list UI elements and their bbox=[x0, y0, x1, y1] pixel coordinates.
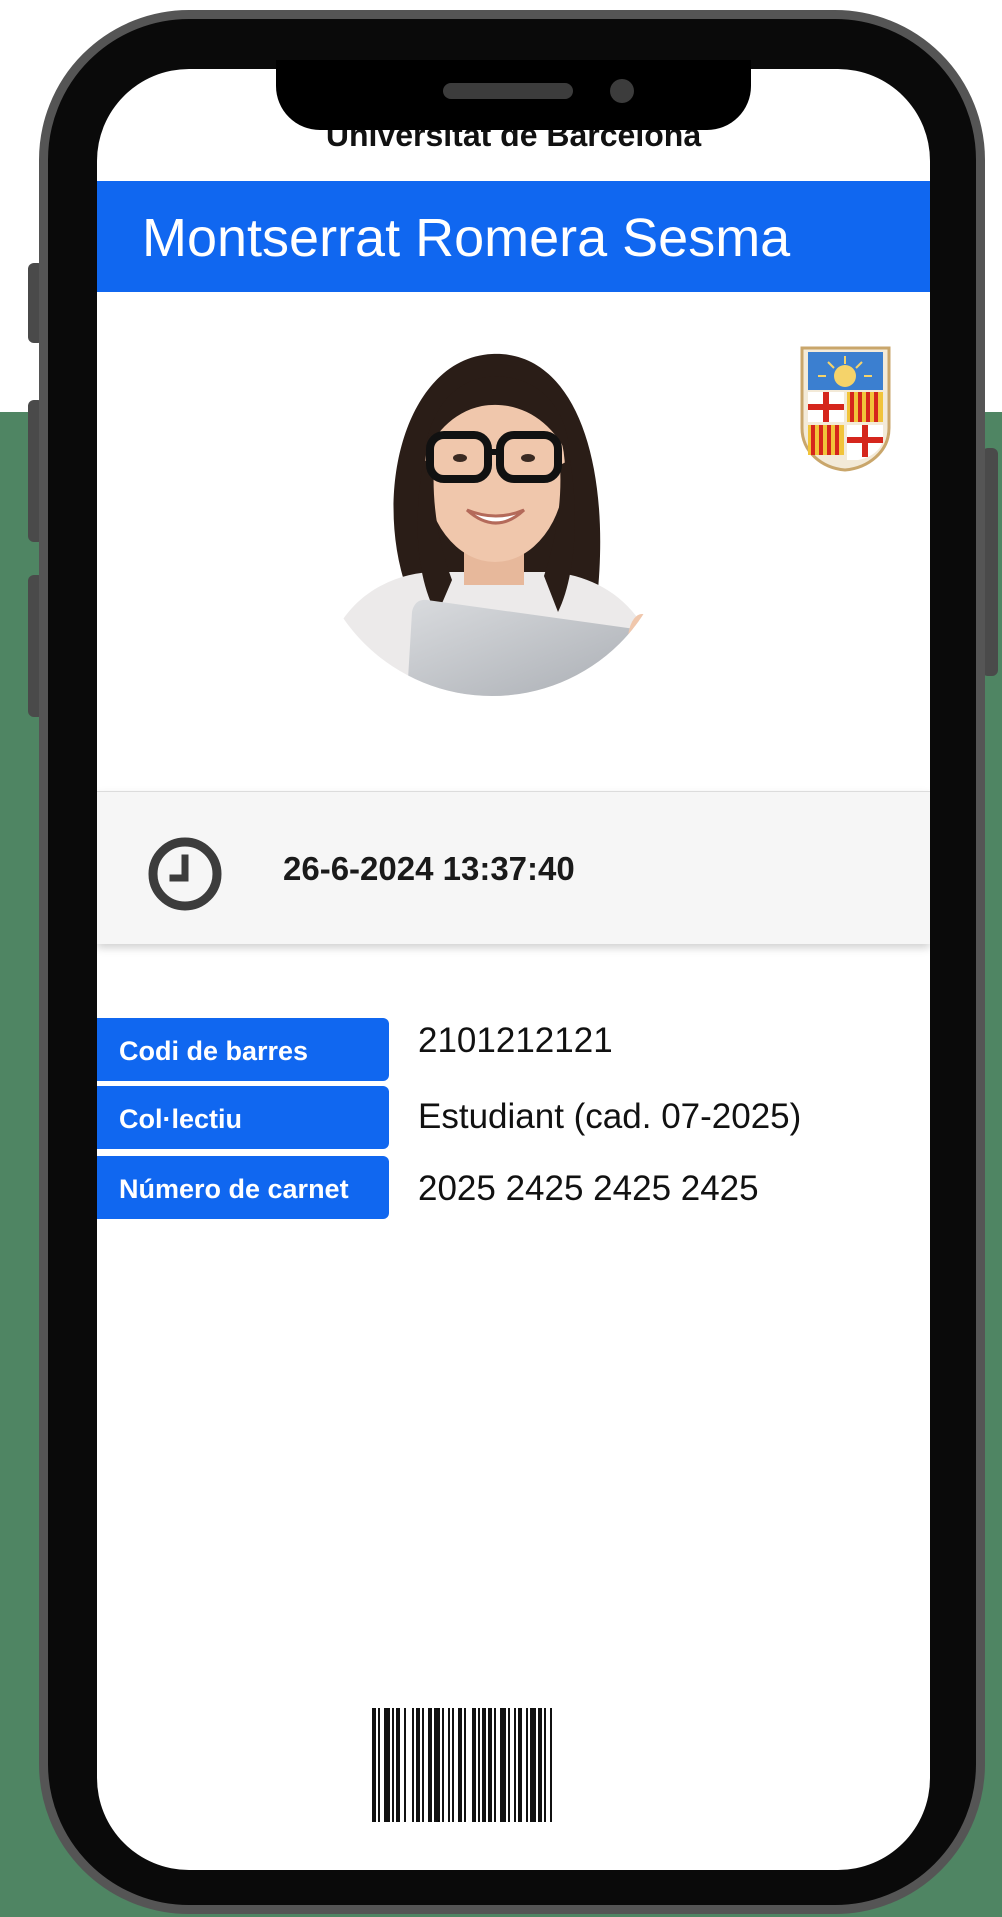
name-banner: Montserrat Romera Sesma bbox=[97, 181, 930, 292]
barcode-bar bbox=[396, 1708, 400, 1822]
barcode-bar bbox=[526, 1708, 528, 1822]
barcode-bar bbox=[500, 1708, 506, 1822]
barcode-bar bbox=[434, 1708, 440, 1822]
barcode bbox=[372, 1708, 552, 1822]
barcode-bar bbox=[384, 1708, 390, 1822]
barcode-bar bbox=[378, 1708, 380, 1822]
avatar bbox=[312, 340, 672, 696]
barcode-bar bbox=[538, 1708, 542, 1822]
timestamp: 26-6-2024 13:37:40 bbox=[283, 850, 575, 887]
barcode-bar bbox=[544, 1708, 546, 1822]
barcode-label: Codi de barres bbox=[97, 1018, 389, 1081]
barcode-bar bbox=[442, 1708, 444, 1822]
barcode-bar bbox=[458, 1708, 462, 1822]
barcode-bar bbox=[472, 1708, 476, 1822]
barcode-bar bbox=[404, 1708, 406, 1822]
front-camera bbox=[610, 79, 634, 103]
barcode-bar bbox=[428, 1708, 432, 1822]
barcode-bar bbox=[508, 1708, 510, 1822]
barcode-bar bbox=[372, 1708, 376, 1822]
barcode-bar bbox=[530, 1708, 536, 1822]
barcode-bar bbox=[422, 1708, 424, 1822]
barcode-bar bbox=[482, 1708, 486, 1822]
collective-value: Estudiant (cad. 07-2025) bbox=[418, 1097, 802, 1136]
barcode-value: 2101212121 bbox=[418, 1021, 613, 1060]
barcode-bar bbox=[452, 1708, 454, 1822]
barcode-bar bbox=[448, 1708, 450, 1822]
barcode-bar bbox=[392, 1708, 394, 1822]
phone-screen: Universitat de Barcelona Montserrat Rome… bbox=[97, 69, 930, 1870]
barcode-bar bbox=[412, 1708, 414, 1822]
barcode-bar bbox=[478, 1708, 480, 1822]
phone-notch bbox=[276, 60, 751, 130]
barcode-bar bbox=[494, 1708, 496, 1822]
barcode-bar bbox=[488, 1708, 492, 1822]
barcode-bar bbox=[550, 1708, 552, 1822]
card-number-label: Número de carnet bbox=[97, 1156, 389, 1219]
barcode-bar bbox=[514, 1708, 516, 1822]
barcode-bar bbox=[416, 1708, 420, 1822]
speaker-grille bbox=[443, 83, 573, 99]
university-crest-icon bbox=[800, 346, 891, 472]
barcode-bar bbox=[464, 1708, 466, 1822]
card-number-value: 2025 2425 2425 2425 bbox=[418, 1169, 759, 1208]
timestamp-bar: 26-6-2024 13:37:40 bbox=[97, 791, 930, 944]
barcode-bar bbox=[518, 1708, 522, 1822]
avatar-photo bbox=[312, 340, 672, 696]
collective-label: Col·lectiu bbox=[97, 1086, 389, 1149]
clock-icon bbox=[148, 837, 222, 911]
holder-name: Montserrat Romera Sesma bbox=[142, 208, 791, 268]
